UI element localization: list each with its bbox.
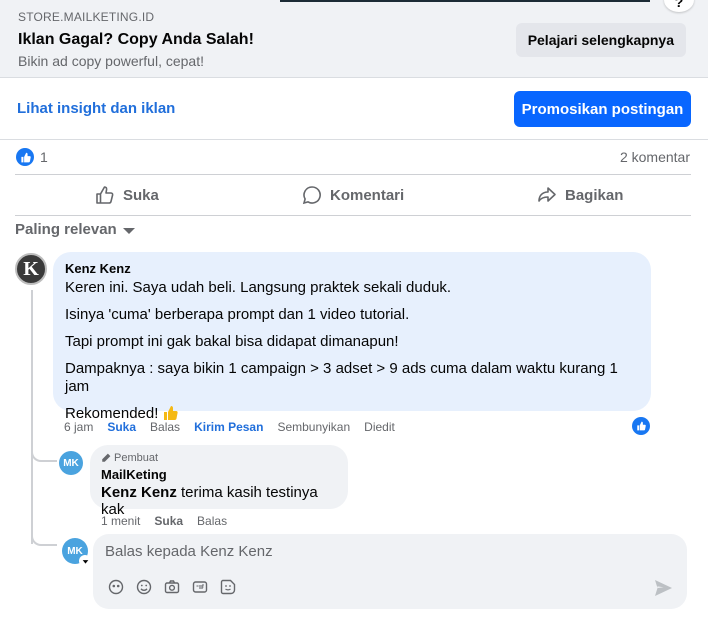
like-reaction-icon[interactable] [16,148,34,166]
avatar-initials: MK [67,545,83,557]
reply-author[interactable]: MailKeting [101,467,337,482]
creator-label: Pembuat [114,452,159,464]
comment-button[interactable]: Komentari [302,178,404,212]
emoji-icon[interactable] [135,578,153,596]
thumbs-up-emoji-icon [164,406,179,420]
comment-label: Komentari [330,186,405,204]
divider [15,174,691,175]
comment-bubble: Kenz Kenz Keren ini. Saya udah beli. Lan… [53,252,651,422]
send-message-button[interactable]: Kirim Pesan [194,420,263,434]
comment-reply-button[interactable]: Balas [150,420,180,434]
ad-image-edge [280,0,650,2]
avatar-sticker-icon[interactable] [107,578,125,596]
like-label: Suka [123,186,159,204]
avatar[interactable]: MK [62,538,91,567]
reply-text: Kenz Kenz terima kasih testinya kak [101,484,337,518]
gif-icon[interactable] [191,578,209,596]
comment-actions: 6 jam Suka Balas Kirim Pesan Sembunyikan… [64,420,395,434]
comment-bubble-icon [302,186,321,205]
ad-link-preview[interactable]: STORE.MAILKETING.ID Iklan Gagal? Copy An… [0,0,708,78]
share-label: Bagikan [565,186,624,204]
composer-tools [107,578,237,596]
ad-subtitle: Bikin ad copy powerful, cepat! [18,53,204,69]
reaction-count[interactable]: 1 [40,149,48,165]
like-reaction-icon[interactable] [632,417,650,435]
comment-line: Keren ini. Saya udah beli. Langsung prak… [65,279,452,296]
promote-post-button[interactable]: Promosikan postingan [514,91,691,127]
reply-bubble: Pembuat MailKeting Kenz Kenz terima kasi… [90,445,348,518]
comment-count[interactable]: 2 komentar [620,149,690,165]
reply-input[interactable] [105,543,665,560]
like-button[interactable]: Suka [95,178,159,212]
mention-link[interactable]: Kenz Kenz [101,484,177,501]
comment-author[interactable]: Kenz Kenz [65,261,639,276]
sticker-icon[interactable] [219,578,237,596]
reply-composer [93,534,687,609]
send-icon[interactable] [653,578,673,598]
reply-time[interactable]: 1 menit [101,514,140,528]
ad-title[interactable]: Iklan Gagal? Copy Anda Salah! [18,31,254,49]
reply-actions: 1 menit Suka Balas [101,514,227,528]
divider [0,139,708,140]
share-arrow-icon [538,187,556,202]
comment-time[interactable]: 6 jam [64,420,93,434]
divider [15,215,691,216]
avatar[interactable]: K [15,253,47,285]
comment-line: Tapi prompt ini gak bakal bisa didapat d… [65,333,399,350]
pencil-icon [102,453,111,462]
caret-down-icon [122,227,135,234]
thread-connector [31,438,57,462]
thread-connector [31,522,57,546]
help-icon[interactable]: ? [664,0,694,12]
edited-label[interactable]: Diedit [364,420,395,434]
comment-like-button[interactable]: Suka [107,420,136,434]
camera-icon[interactable] [163,578,181,596]
learn-more-button[interactable]: Pelajari selengkapnya [515,23,686,57]
thumbs-up-icon [96,186,114,204]
creator-badge: Pembuat [101,452,337,464]
sort-label: Paling relevan [15,221,117,238]
chevron-down-icon[interactable] [79,555,91,567]
comment-sort-dropdown[interactable]: Paling relevan [15,221,135,238]
ad-domain: STORE.MAILKETING.ID [18,10,155,24]
avatar[interactable]: MK [59,451,83,475]
share-button[interactable]: Bagikan [537,178,623,212]
comment-line: Isinya 'cuma' berberapa prompt dan 1 vid… [65,306,410,323]
reply-reply-button[interactable]: Balas [197,514,227,528]
reply-like-button[interactable]: Suka [154,514,183,528]
comment-line: Dampaknya : saya bikin 1 campaign > 3 ad… [65,360,618,395]
thread-line [31,290,33,544]
view-insights-link[interactable]: Lihat insight dan iklan [17,100,175,117]
hide-comment-button[interactable]: Sembunyikan [277,420,350,434]
